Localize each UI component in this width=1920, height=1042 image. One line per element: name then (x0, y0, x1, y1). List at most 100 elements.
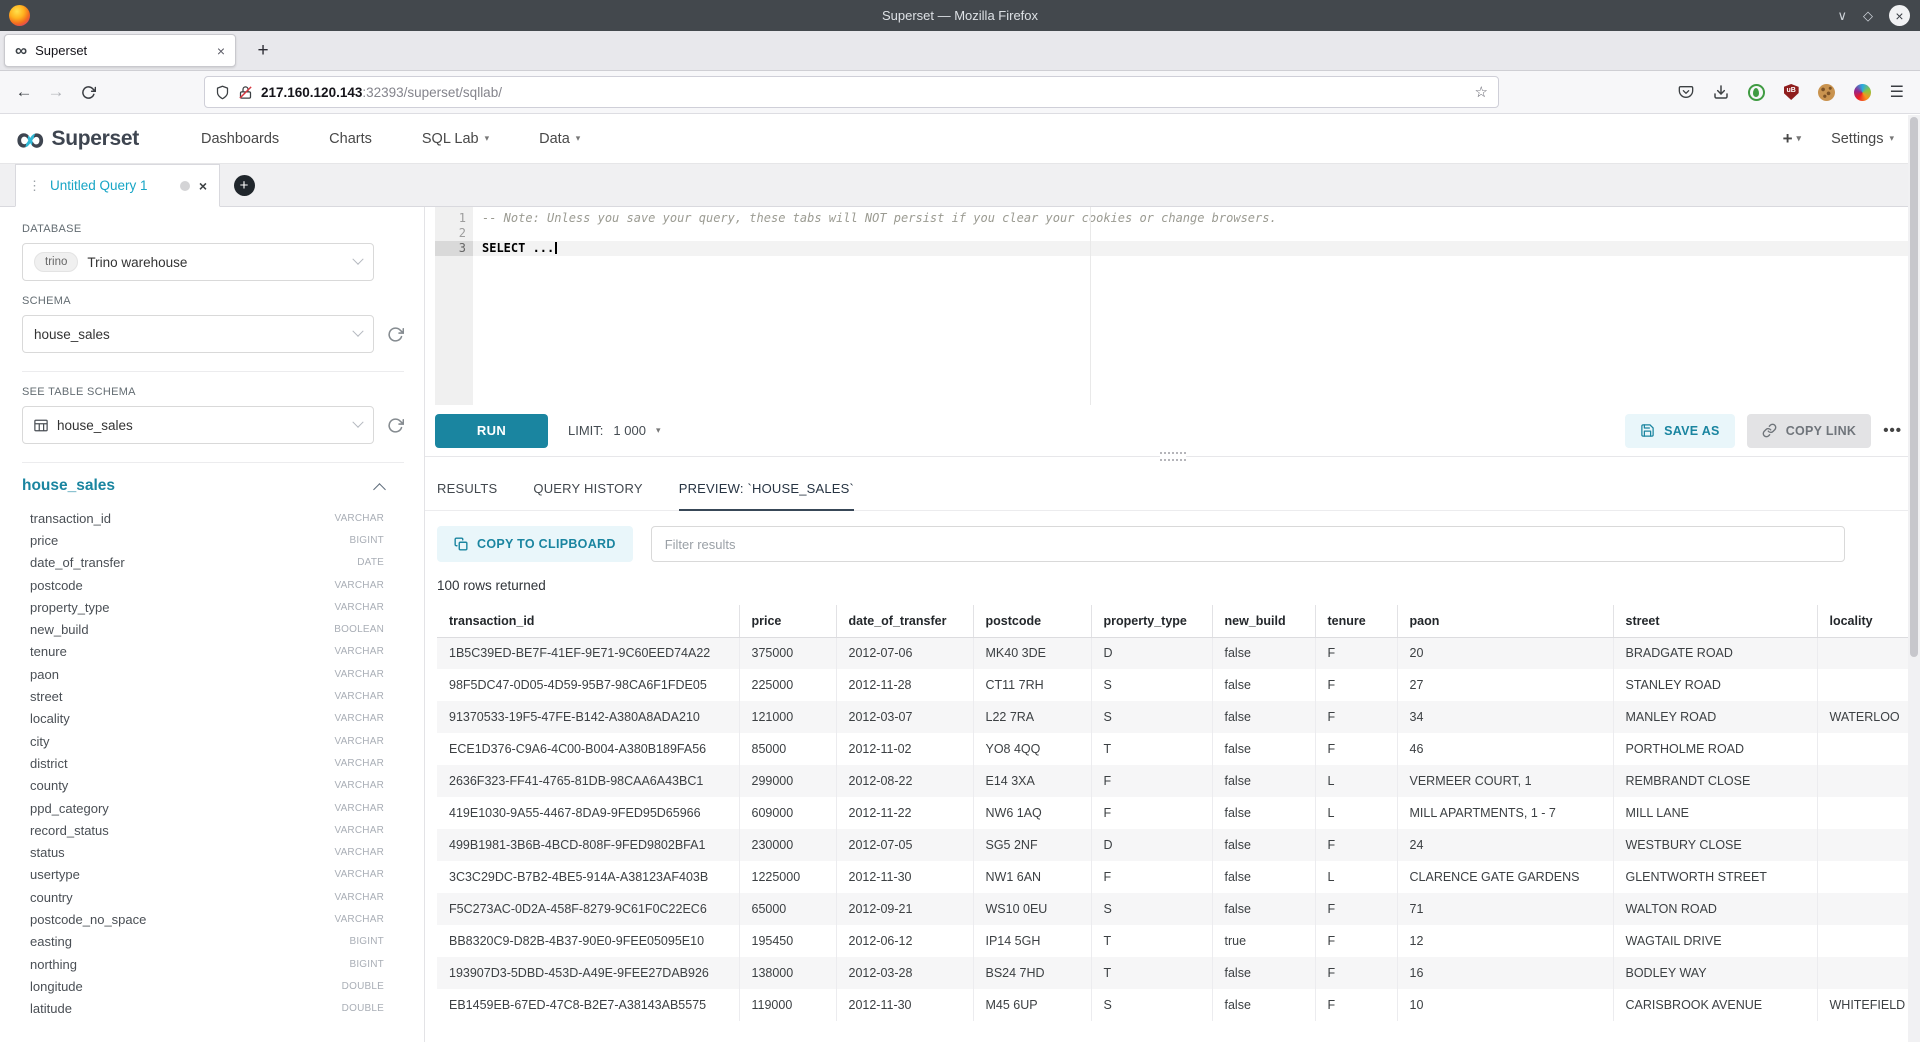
cell-locality (1817, 893, 1915, 925)
hamburger-menu-icon[interactable]: ☰ (1890, 82, 1904, 102)
cookie-extension-icon[interactable] (1818, 84, 1835, 101)
chevron-down-icon (352, 254, 363, 265)
tab-query-history[interactable]: QUERY HISTORY (533, 481, 642, 511)
ublock-origin-icon[interactable]: uB (1784, 84, 1799, 100)
cell-price: 299000 (739, 765, 836, 797)
query-tab-untitled-query-1[interactable]: ⋮ Untitled Query 1 × (15, 164, 220, 207)
schema-column-row: price BIGINT (22, 529, 384, 551)
column-header[interactable]: tenure (1315, 605, 1397, 637)
nav-item-sql-lab[interactable]: SQL Lab▾ (422, 131, 489, 147)
column-name: country (30, 890, 73, 905)
table-select[interactable]: house_sales (22, 406, 374, 444)
column-header[interactable]: locality (1817, 605, 1915, 637)
page-scrollbar-thumb[interactable] (1910, 117, 1918, 657)
tab-results[interactable]: RESULTS (437, 481, 497, 511)
schema-column-row: city VARCHAR (22, 730, 384, 752)
chevron-up-icon[interactable] (373, 483, 386, 496)
column-type: VARCHAR (334, 803, 384, 814)
cell-locality (1817, 829, 1915, 861)
column-header[interactable]: price (739, 605, 836, 637)
cell-date-of-transfer: 2012-11-22 (836, 797, 973, 829)
nav-item-charts[interactable]: Charts (329, 131, 372, 147)
copy-link-button[interactable]: COPY LINK (1747, 414, 1872, 448)
run-button[interactable]: RUN (435, 414, 548, 448)
query-tab-close-icon[interactable]: × (199, 178, 207, 194)
cell-paon: 46 (1397, 733, 1613, 765)
pocket-icon[interactable] (1678, 84, 1694, 100)
database-select[interactable]: trino Trino warehouse (22, 243, 374, 281)
column-header[interactable]: new_build (1212, 605, 1315, 637)
copy-to-clipboard-button[interactable]: COPY TO CLIPBOARD (437, 526, 633, 562)
column-header[interactable]: postcode (973, 605, 1091, 637)
cell-transaction-id: ECE1D376-C9A6-4C00-B004-A380B189FA56 (437, 733, 739, 765)
insecure-lock-icon[interactable] (238, 85, 253, 100)
new-dropdown-button[interactable]: +▾ (1783, 129, 1801, 149)
splitter-drag-handle-icon[interactable] (1160, 452, 1186, 461)
nav-item-data[interactable]: Data▾ (539, 131, 580, 147)
refresh-tables-button[interactable] (387, 417, 404, 434)
editor-code-area[interactable]: -- Note: Unless you save your query, the… (473, 207, 1920, 405)
bookmark-star-icon[interactable]: ☆ (1475, 83, 1488, 101)
tab-preview-house-sales[interactable]: PREVIEW: `HOUSE_SALES` (679, 481, 854, 511)
url-bar[interactable]: 217.160.120.143:32393/superset/sqllab/ ☆ (204, 76, 1499, 108)
firefox-logo-icon (9, 5, 30, 26)
superset-brand[interactable]: ∞ Superset (16, 123, 139, 155)
cell-paon: 10 (1397, 989, 1613, 1021)
forward-button[interactable]: → (40, 76, 72, 108)
limit-dropdown[interactable]: LIMIT: 1 000 ▾ (568, 423, 660, 438)
window-close-icon[interactable]: × (1889, 5, 1910, 26)
refresh-schemas-button[interactable] (387, 326, 404, 343)
shield-permissions-icon[interactable] (215, 85, 230, 100)
column-type: BIGINT (349, 959, 384, 970)
cell-street: CARISBROOK AVENUE (1613, 989, 1817, 1021)
column-header[interactable]: street (1613, 605, 1817, 637)
column-name: ppd_category (30, 801, 109, 816)
pane-splitter[interactable] (425, 457, 1920, 467)
window-maximize-icon[interactable]: ◇ (1863, 9, 1873, 22)
cell-new-build: false (1212, 957, 1315, 989)
column-header[interactable]: date_of_transfer (836, 605, 973, 637)
downloads-icon[interactable] (1713, 84, 1729, 100)
schema-value: house_sales (34, 327, 110, 342)
back-button[interactable]: ← (8, 76, 40, 108)
cell-property-type: T (1091, 925, 1212, 957)
cell-locality (1817, 765, 1915, 797)
filter-results-input[interactable] (651, 526, 1845, 562)
reload-button[interactable] (72, 76, 104, 108)
table-schema-header[interactable]: house_sales (22, 477, 384, 495)
save-as-button[interactable]: SAVE AS (1625, 414, 1735, 448)
cell-postcode: L22 7RA (973, 701, 1091, 733)
cell-tenure: F (1315, 925, 1397, 957)
privacy-extension-icon[interactable] (1748, 84, 1765, 101)
cell-date-of-transfer: 2012-03-07 (836, 701, 973, 733)
editor-active-line: SELECT ... (473, 241, 1920, 256)
browser-tabstrip: ∞ Superset × + (0, 31, 1920, 71)
cell-date-of-transfer: 2012-11-02 (836, 733, 973, 765)
table-row: 499B1981-3B6B-4BCD-808F-9FED9802BFA1 230… (437, 829, 1915, 861)
cell-price: 138000 (739, 957, 836, 989)
table-columns-list: transaction_id VARCHAR price BIGINT date… (22, 507, 384, 1020)
sql-editor[interactable]: 1 2 3 -- Note: Unless you save your quer… (435, 207, 1920, 405)
drag-handle-icon[interactable]: ⋮ (28, 178, 41, 194)
page-scrollbar-track[interactable] (1908, 115, 1920, 1042)
cell-date-of-transfer: 2012-11-28 (836, 669, 973, 701)
column-name: street (30, 689, 63, 704)
new-tab-button[interactable]: + (248, 36, 278, 66)
caret-down-icon: ▾ (656, 425, 661, 436)
browser-tab[interactable]: ∞ Superset × (4, 34, 236, 67)
column-header[interactable]: property_type (1091, 605, 1212, 637)
more-actions-button[interactable]: ••• (1883, 422, 1902, 439)
settings-dropdown-button[interactable]: Settings▾ (1831, 131, 1894, 147)
nav-item-dashboards[interactable]: Dashboards (201, 131, 279, 147)
browser-tab-close-icon[interactable]: × (217, 43, 225, 59)
column-header[interactable]: paon (1397, 605, 1613, 637)
cell-locality (1817, 957, 1915, 989)
schema-select[interactable]: house_sales (22, 315, 374, 353)
cell-new-build: false (1212, 797, 1315, 829)
add-query-tab-button[interactable]: + (234, 175, 255, 196)
column-header[interactable]: transaction_id (437, 605, 739, 637)
cell-street: STANLEY ROAD (1613, 669, 1817, 701)
window-controls: ∨ ◇ × (1837, 5, 1910, 26)
window-minimize-icon[interactable]: ∨ (1837, 9, 1847, 22)
colorful-extension-icon[interactable] (1854, 84, 1871, 101)
